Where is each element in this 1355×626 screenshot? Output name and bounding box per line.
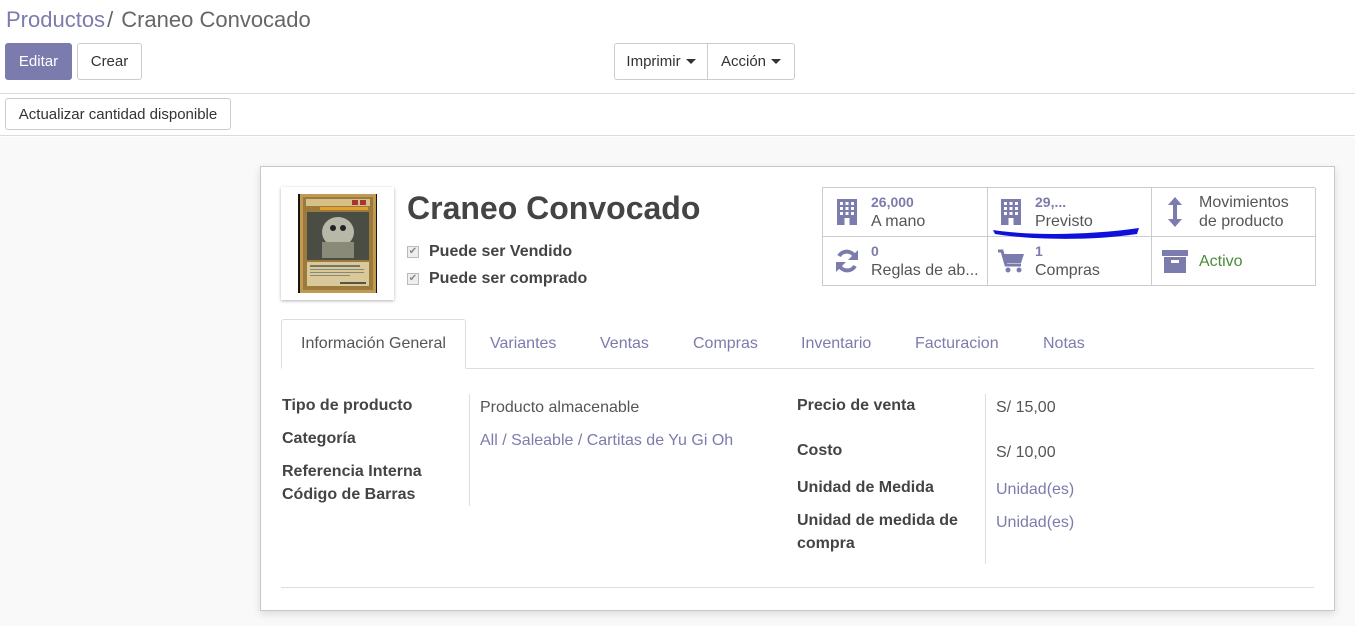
print-action-group: Imprimir Acción	[614, 43, 795, 80]
tab-variants[interactable]: Variantes	[490, 319, 556, 369]
update-quantity-button[interactable]: Actualizar cantidad disponible	[5, 98, 231, 130]
category-link[interactable]: All / Saleable / Cartitas de Yu Gi Oh	[480, 432, 733, 450]
uom-link[interactable]: Unidad(es)	[996, 481, 1074, 499]
print-dropdown-button[interactable]: Imprimir	[614, 43, 708, 80]
card-image	[298, 194, 377, 293]
reorder-rules-button[interactable]: 0 Reglas de ab...	[823, 237, 988, 286]
notebook-tabs: Información General Variantes Ventas Com…	[281, 319, 1314, 369]
product-moves-button[interactable]: Movimientos de producto	[1151, 188, 1316, 237]
can-be-purchased-checkbox[interactable]: ✔	[407, 273, 419, 285]
archive-toggle-button[interactable]: Activo	[1151, 237, 1316, 286]
purchase-uom-label-line1: Unidad de medida de	[797, 512, 958, 529]
right-group-separator	[985, 394, 986, 564]
purchases-label: Compras	[1035, 262, 1100, 279]
purchase-uom-label-line2: compra	[797, 535, 855, 552]
can-be-purchased-field: ✔ Puede ser comprado	[407, 270, 587, 288]
can-be-sold-field: ✔ Puede ser Vendido	[407, 243, 572, 261]
cost-label: Costo	[797, 442, 843, 459]
form-bottom-divider	[281, 587, 1314, 588]
uom-label: Unidad de Medida	[797, 479, 934, 496]
caret-down-icon	[771, 59, 782, 64]
refresh-icon	[833, 247, 861, 275]
can-be-purchased-label: Puede ser comprado	[429, 270, 588, 287]
product-type-value[interactable]: Producto almacenable	[480, 399, 639, 417]
caret-down-icon	[685, 59, 696, 64]
sale-price-label: Precio de venta	[797, 397, 916, 414]
product-type-label: Tipo de producto	[282, 397, 413, 414]
breadcrumb-productos-link[interactable]: Productos	[6, 7, 105, 32]
purchase-uom-link[interactable]: Unidad(es)	[996, 514, 1074, 532]
tab-invoicing[interactable]: Facturacion	[915, 319, 999, 369]
barcode-label: Código de Barras	[282, 486, 416, 503]
reorder-rules-value: 0	[871, 243, 879, 259]
tab-purchases[interactable]: Compras	[693, 319, 758, 369]
active-label: Activo	[1199, 252, 1243, 270]
action-dropdown-button[interactable]: Acción	[708, 43, 795, 80]
category-label: Categoría	[282, 430, 356, 447]
yugioh-card-picture	[299, 194, 376, 293]
on-hand-value: 26,000	[871, 194, 914, 210]
tab-sales[interactable]: Ventas	[600, 319, 649, 369]
can-be-sold-checkbox[interactable]: ✔	[407, 246, 419, 258]
building-icon	[833, 198, 861, 226]
product-name: Craneo Convocado	[407, 190, 701, 226]
action-label: Acción	[720, 53, 767, 70]
header-divider	[0, 93, 1355, 94]
tab-general-information[interactable]: Información General	[281, 319, 466, 369]
product-moves-label-2: de producto	[1199, 213, 1284, 230]
on-hand-label: A mano	[871, 213, 926, 230]
edit-button[interactable]: Editar	[5, 43, 72, 80]
on-hand-button[interactable]: 26,000 A mano	[823, 188, 988, 237]
reorder-rules-label: Reglas de ab...	[871, 262, 979, 279]
cart-icon	[997, 247, 1025, 275]
tab-notes[interactable]: Notas	[1043, 319, 1085, 369]
breadcrumb: Productos/ Craneo Convocado	[6, 7, 311, 33]
control-panel: Productos/Craneo Convocado Editar Crear …	[0, 0, 1355, 136]
annotation-underline	[993, 228, 1139, 239]
left-group-separator	[469, 394, 470, 506]
purchases-button[interactable]: 1 Compras	[987, 237, 1152, 286]
product-image[interactable]	[281, 187, 394, 300]
forecasted-value: 29,...	[1035, 194, 1067, 210]
up-down-arrow-icon	[1161, 197, 1189, 227]
can-be-sold-label: Puede ser Vendido	[429, 243, 573, 260]
internal-reference-label: Referencia Interna	[282, 463, 422, 480]
product-moves-label-1: Movimientos	[1199, 194, 1289, 211]
cost-value[interactable]: S/ 10,00	[996, 444, 1056, 462]
product-form-sheet: Craneo Convocado ✔ Puede ser Vendido ✔ P…	[260, 166, 1335, 611]
archive-icon	[1161, 247, 1189, 275]
sale-price-value[interactable]: S/ 15,00	[996, 399, 1056, 417]
breadcrumb-separator: /	[107, 7, 114, 32]
breadcrumb-current: Craneo Convocado	[121, 7, 311, 32]
purchases-value: 1	[1035, 243, 1043, 259]
create-button[interactable]: Crear	[77, 43, 142, 80]
print-label: Imprimir	[626, 53, 681, 70]
tab-inventory[interactable]: Inventario	[801, 319, 871, 369]
